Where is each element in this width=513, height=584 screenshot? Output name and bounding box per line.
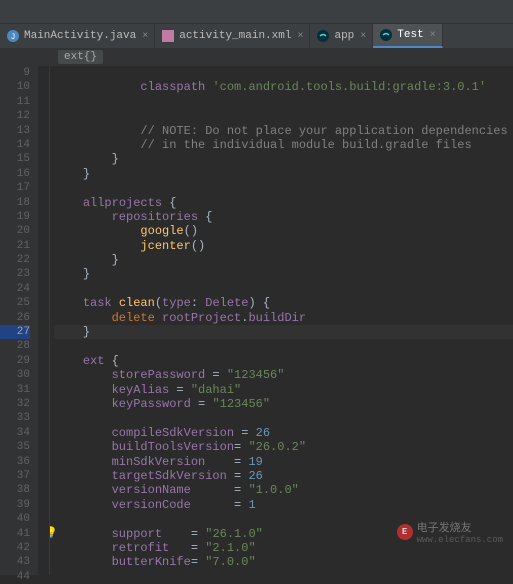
line-number: 39 xyxy=(0,498,30,512)
intention-bulb-icon[interactable]: 💡 xyxy=(50,527,58,541)
code-content[interactable]: classpath 'com.android.tools.build:gradl… xyxy=(50,66,513,575)
tab-label: activity_main.xml xyxy=(179,30,291,42)
close-icon[interactable]: × xyxy=(297,31,303,42)
line-number: 25 xyxy=(0,296,30,310)
code-line[interactable]: google() xyxy=(54,224,513,238)
line-number: 18 xyxy=(0,196,30,210)
code-line[interactable]: versionCode = 1 xyxy=(54,498,513,512)
code-line[interactable]: minSdkVersion = 19 xyxy=(54,455,513,469)
code-line[interactable]: versionName = "1.0.0" xyxy=(54,483,513,497)
code-line[interactable]: task clean(type: Delete) { xyxy=(54,296,513,310)
line-number: 11 xyxy=(0,95,30,109)
code-line[interactable]: keyPassword = "123456" xyxy=(54,397,513,411)
line-number: 41 xyxy=(0,527,30,541)
line-number: 40 xyxy=(0,512,30,526)
java-icon: J xyxy=(6,29,20,43)
line-number: 10 xyxy=(0,80,30,94)
code-line[interactable]: keyAlias = "dahai" xyxy=(54,383,513,397)
tab-label: app xyxy=(334,30,354,42)
code-line[interactable]: // in the individual module build.gradle… xyxy=(54,138,513,152)
line-number: 12 xyxy=(0,109,30,123)
code-line[interactable] xyxy=(54,282,513,296)
line-number: 30 xyxy=(0,368,30,382)
line-number: 17 xyxy=(0,181,30,195)
breadcrumb: ext{} xyxy=(0,48,513,66)
line-number: 38 xyxy=(0,483,30,497)
code-line[interactable]: // NOTE: Do not place your application d… xyxy=(54,124,513,138)
line-number: 24 xyxy=(0,282,30,296)
line-number: 20 xyxy=(0,224,30,238)
close-icon[interactable]: × xyxy=(430,30,436,41)
code-line[interactable] xyxy=(54,66,513,80)
fold-gutter xyxy=(38,66,50,575)
code-line[interactable]: ext { xyxy=(54,354,513,368)
line-number: 43 xyxy=(0,555,30,569)
line-number: 37 xyxy=(0,469,30,483)
editor-area: 9101112131415161718192021222324252627282… xyxy=(0,66,513,575)
code-line[interactable] xyxy=(54,339,513,353)
code-line[interactable]: } xyxy=(54,152,513,166)
line-number: 35 xyxy=(0,440,30,454)
tab-activity-main[interactable]: activity_main.xml × xyxy=(155,24,310,48)
code-line[interactable]: } xyxy=(54,267,513,281)
code-line[interactable]: } xyxy=(54,325,513,339)
code-line[interactable]: } xyxy=(54,167,513,181)
code-line[interactable]: classpath 'com.android.tools.build:gradl… xyxy=(54,80,513,94)
xml-icon xyxy=(161,29,175,43)
code-line[interactable] xyxy=(54,95,513,109)
gradle-icon xyxy=(379,28,393,42)
code-line[interactable]: storePassword = "123456" xyxy=(54,368,513,382)
close-icon[interactable]: × xyxy=(360,31,366,42)
tab-label: MainActivity.java xyxy=(24,30,136,42)
line-number: 34 xyxy=(0,426,30,440)
code-line[interactable]: } xyxy=(54,253,513,267)
line-number: 15 xyxy=(0,152,30,166)
line-number: 44 xyxy=(0,570,30,584)
code-line[interactable] xyxy=(54,109,513,123)
tab-label: Test xyxy=(397,29,423,41)
code-line[interactable]: compileSdkVersion = 26 xyxy=(54,426,513,440)
watermark: E 电子发烧友 www.elecfans.com xyxy=(397,519,503,545)
editor-tabs: J MainActivity.java × activity_main.xml … xyxy=(0,24,513,48)
line-number: 21 xyxy=(0,239,30,253)
line-number: 9 xyxy=(0,66,30,80)
line-number: 26 xyxy=(0,311,30,325)
tab-test[interactable]: Test × xyxy=(373,24,442,48)
code-line[interactable]: targetSdkVersion = 26 xyxy=(54,469,513,483)
line-number: 36 xyxy=(0,455,30,469)
breadcrumb-item[interactable]: ext{} xyxy=(58,50,103,64)
code-line[interactable]: repositories { xyxy=(54,210,513,224)
line-number: 32 xyxy=(0,397,30,411)
watermark-text: 电子发烧友 xyxy=(417,519,503,535)
svg-text:J: J xyxy=(11,33,16,42)
line-number: 31 xyxy=(0,383,30,397)
line-number: 22 xyxy=(0,253,30,267)
watermark-url: www.elecfans.com xyxy=(417,535,503,545)
code-line[interactable]: allprojects { xyxy=(54,196,513,210)
line-number: 16 xyxy=(0,167,30,181)
code-line[interactable] xyxy=(54,181,513,195)
line-number: 28 xyxy=(0,339,30,353)
line-gutter: 9101112131415161718192021222324252627282… xyxy=(0,66,38,575)
line-number: 29 xyxy=(0,354,30,368)
code-line[interactable]: buildToolsVersion= "26.0.2" xyxy=(54,440,513,454)
tab-app[interactable]: app × xyxy=(310,24,373,48)
gradle-icon xyxy=(316,29,330,43)
watermark-logo-icon: E xyxy=(397,524,413,540)
line-number: 23 xyxy=(0,267,30,281)
line-number: 27 xyxy=(0,325,30,339)
line-number: 19 xyxy=(0,210,30,224)
code-line[interactable] xyxy=(54,570,513,575)
line-number: 42 xyxy=(0,541,30,555)
toolbar-spacer xyxy=(0,0,513,24)
line-number: 14 xyxy=(0,138,30,152)
code-line[interactable]: delete rootProject.buildDir xyxy=(54,311,513,325)
close-icon[interactable]: × xyxy=(142,31,148,42)
line-number: 13 xyxy=(0,124,30,138)
code-line[interactable]: jcenter() xyxy=(54,239,513,253)
line-number: 33 xyxy=(0,411,30,425)
tab-mainactivity[interactable]: J MainActivity.java × xyxy=(0,24,155,48)
code-line[interactable]: butterKnife= "7.0.0" xyxy=(54,555,513,569)
code-line[interactable] xyxy=(54,411,513,425)
